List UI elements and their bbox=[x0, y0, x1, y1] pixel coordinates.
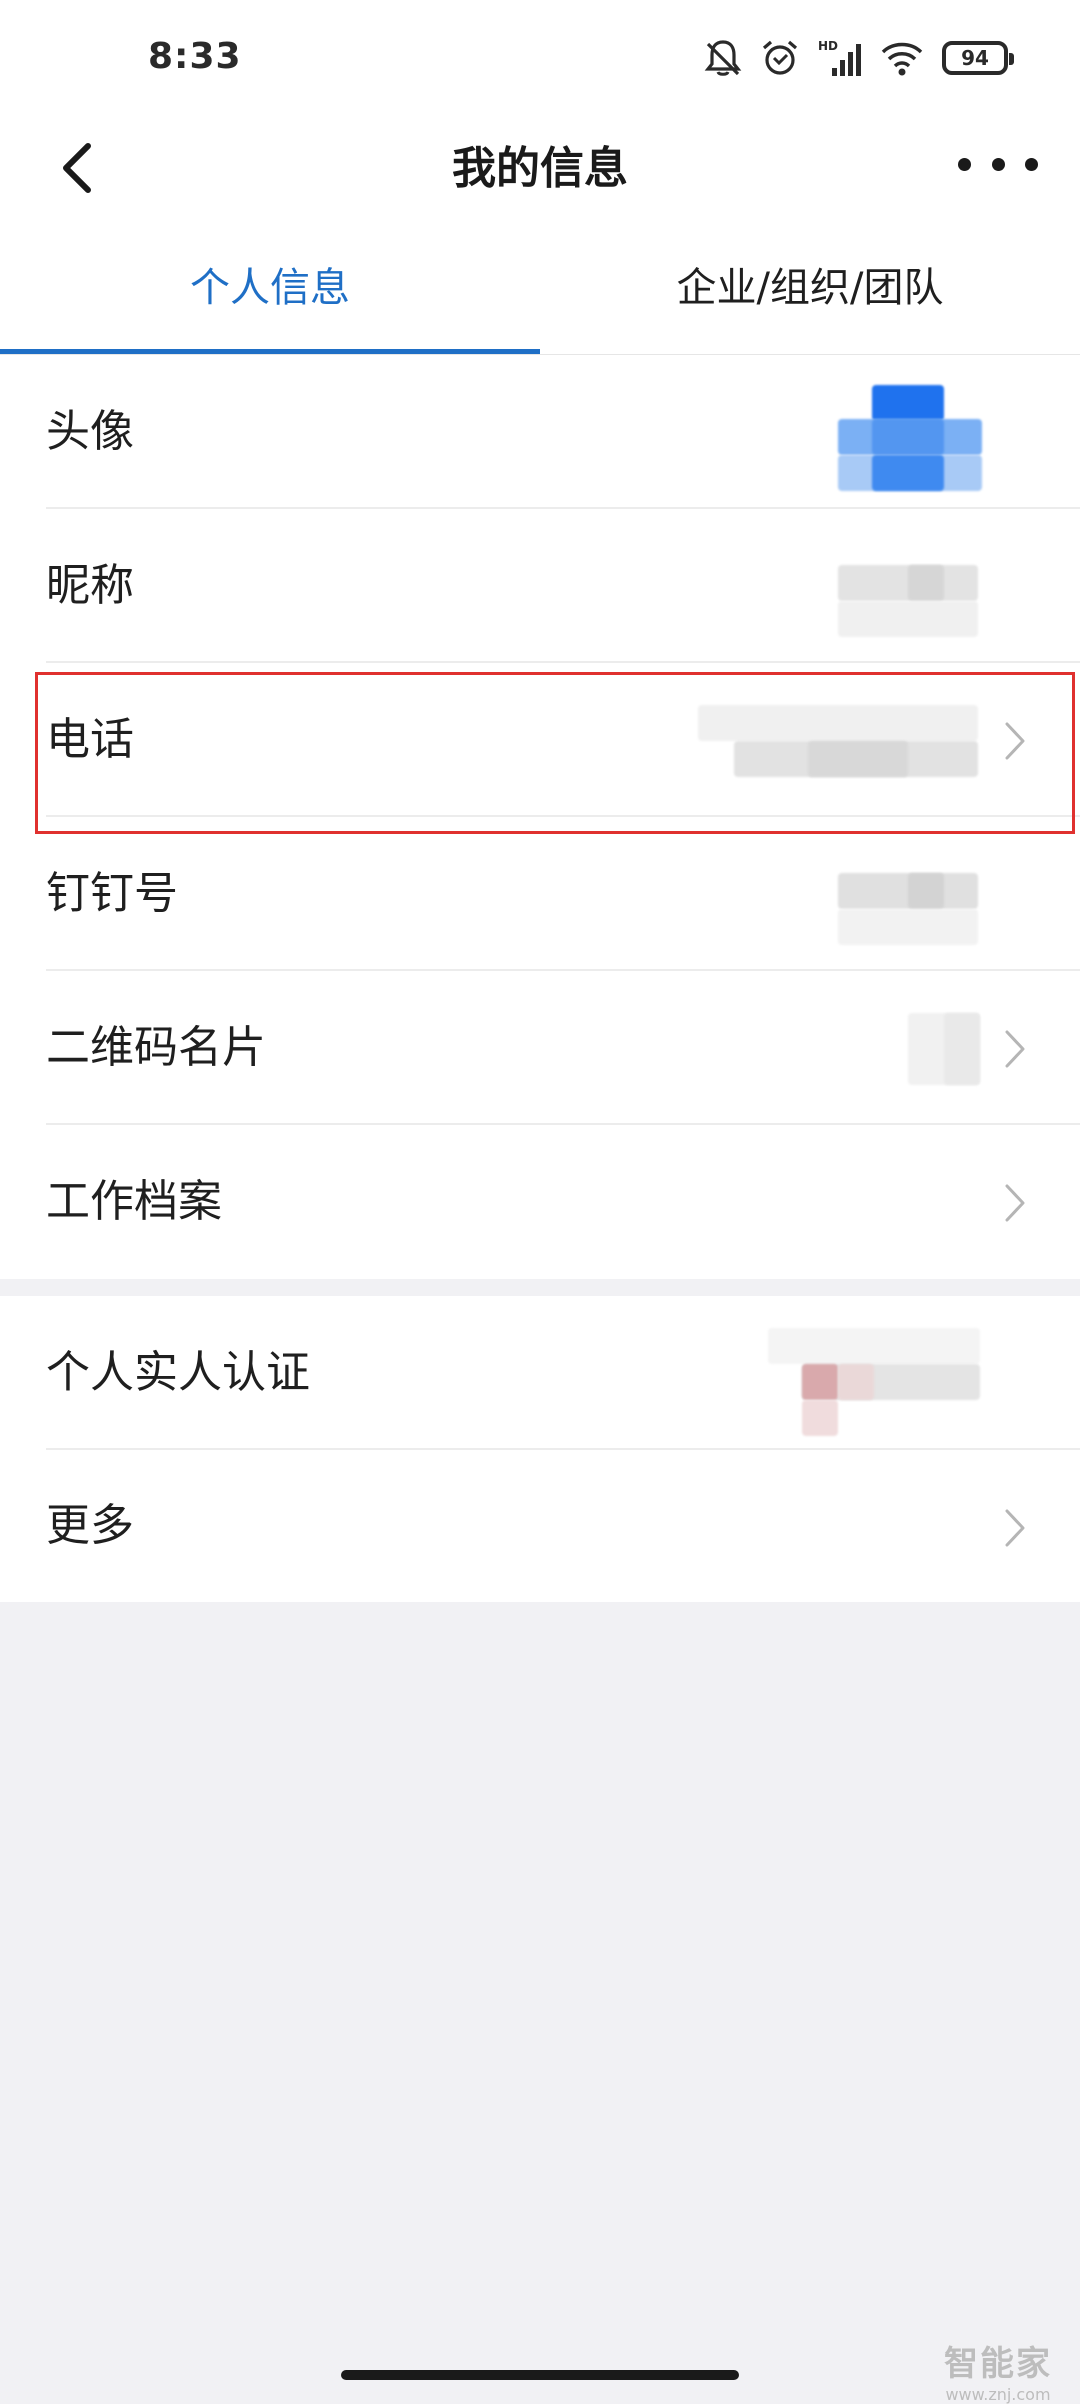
verification-value-blurred bbox=[768, 1328, 980, 1436]
svg-text:HD: HD bbox=[818, 39, 838, 53]
bell-off-icon bbox=[704, 40, 742, 76]
watermark-url: www.znj.com bbox=[945, 2385, 1051, 2404]
chevron-right-icon bbox=[1005, 722, 1025, 760]
row-label: 工作档案 bbox=[46, 1176, 222, 1227]
nickname-value-blurred bbox=[838, 565, 978, 637]
qr-card-value-blurred bbox=[908, 1013, 980, 1085]
chevron-right-icon bbox=[1005, 1509, 1025, 1547]
row-label: 个人实人认证 bbox=[46, 1347, 310, 1398]
more-dot bbox=[1025, 157, 1038, 171]
avatar bbox=[838, 385, 982, 491]
hd-signal-icon: HD bbox=[818, 39, 861, 76]
more-dot bbox=[958, 157, 971, 171]
row-label: 昵称 bbox=[46, 560, 134, 611]
dingtalk-id-value-blurred bbox=[838, 873, 978, 945]
row-label: 更多 bbox=[46, 1500, 134, 1551]
row-more[interactable]: 更多 bbox=[0, 1450, 1080, 1602]
nav-bar: 我的信息 bbox=[0, 120, 1080, 240]
personal-info-list: 头像 昵称 电话 钉钉号 二维码名片 工作档案 bbox=[0, 355, 1080, 1279]
watermark: 智能家 www.znj.com bbox=[944, 2336, 1052, 2404]
chevron-right-icon bbox=[1005, 1030, 1025, 1068]
screen: 8:33 HD 94 我的信息 个人信息 企业/组织/团队 头像 昵称 电话 钉… bbox=[0, 0, 1080, 2404]
row-label: 头像 bbox=[46, 406, 134, 457]
status-bar: 8:33 HD 94 bbox=[0, 0, 1080, 120]
wifi-icon bbox=[881, 42, 923, 76]
row-label: 钉钉号 bbox=[46, 868, 178, 919]
row-real-name-verification[interactable]: 个人实人认证 bbox=[0, 1296, 1080, 1450]
tab-bar: 个人信息 企业/组织/团队 bbox=[0, 240, 1080, 354]
battery-icon: 94 bbox=[942, 41, 1014, 75]
home-indicator[interactable] bbox=[341, 2370, 739, 2380]
tab-organization[interactable]: 企业/组织/团队 bbox=[540, 240, 1080, 354]
phone-value-blurred bbox=[698, 705, 978, 777]
row-nickname[interactable]: 昵称 bbox=[0, 509, 1080, 663]
alarm-icon bbox=[762, 40, 798, 75]
status-icons: HD 94 bbox=[704, 36, 1014, 80]
row-work-profile[interactable]: 工作档案 bbox=[0, 1125, 1080, 1279]
chevron-right-icon bbox=[1005, 1184, 1025, 1222]
verification-list: 个人实人认证 更多 bbox=[0, 1296, 1080, 1602]
row-qr-card[interactable]: 二维码名片 bbox=[0, 971, 1080, 1125]
watermark-logo: 智能家 bbox=[944, 2344, 1052, 2384]
row-label: 二维码名片 bbox=[46, 1022, 266, 1073]
more-button[interactable] bbox=[958, 134, 1038, 194]
row-avatar[interactable]: 头像 bbox=[0, 355, 1080, 509]
row-phone[interactable]: 电话 bbox=[0, 663, 1080, 817]
row-label: 电话 bbox=[46, 714, 134, 765]
page-title: 我的信息 bbox=[452, 143, 628, 194]
row-dingtalk-id[interactable]: 钉钉号 bbox=[0, 817, 1080, 971]
more-dot bbox=[991, 157, 1005, 171]
status-time: 8:33 bbox=[148, 36, 242, 77]
tab-personal-info[interactable]: 个人信息 bbox=[0, 240, 540, 354]
